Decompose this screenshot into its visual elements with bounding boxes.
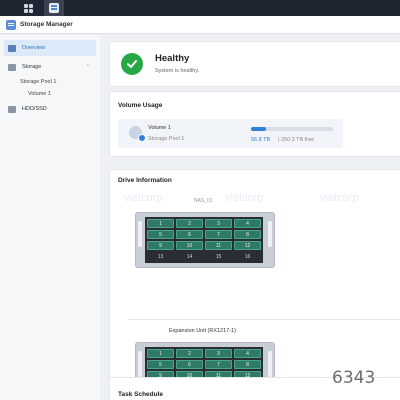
sidebar-item-overview[interactable]: Overview [4, 40, 96, 56]
main-drive-bay-12[interactable]: 12 [234, 241, 261, 250]
task-schedule-heading: Task Schedule [118, 391, 164, 398]
main-drive-bay-13[interactable]: 13 [147, 252, 174, 261]
main-drive-bay-5[interactable]: 5 [147, 230, 174, 239]
volume-name: Volume 1 [148, 125, 171, 131]
main-drive-bay-15[interactable]: 15 [205, 252, 232, 261]
expansion-drive-bay-2[interactable]: 2 [176, 349, 203, 358]
sidebar-item-storage[interactable]: Storage ⌃ [4, 59, 96, 75]
expansion-drive-bay-8[interactable]: 8 [234, 360, 261, 369]
storage-manager-icon [6, 19, 16, 30]
main-drive-bay-10[interactable]: 10 [176, 241, 203, 250]
sidebar-item-storage-pool-1[interactable]: Storage Pool 1 [20, 79, 56, 85]
health-card: Healthy System is healthy. [109, 41, 400, 87]
main-drive-bay-3[interactable]: 3 [205, 219, 232, 228]
hdd-icon [8, 105, 16, 113]
taskbar [0, 0, 400, 16]
volume-icon [129, 126, 146, 142]
expansion-drive-bay-5[interactable]: 5 [147, 360, 174, 369]
watermark: vietcorp [124, 192, 163, 204]
main-drive-bay-6[interactable]: 6 [176, 230, 203, 239]
rack-handle [138, 221, 142, 247]
window-title-bar: Storage Manager [0, 16, 400, 34]
main-menu-grid-icon[interactable] [18, 0, 38, 16]
main-unit-chassis[interactable]: 1 2 3 4 5 6 7 8 9 10 11 12 13 14 15 16 [135, 212, 275, 268]
watermark: vietcorp [225, 192, 264, 204]
corner-number: 6343 [332, 368, 376, 388]
sidebar-item-hdd-ssd[interactable]: HDD/SSD [4, 101, 96, 117]
sidebar-item-label: Overview [22, 45, 45, 51]
expansion-unit-label: Expansion Unit (RX1217-1) [169, 328, 236, 334]
storage-manager-app-icon [49, 3, 59, 13]
expansion-drive-bay-3[interactable]: 3 [205, 349, 232, 358]
storage-icon [8, 63, 16, 71]
volume-usage-card: Volume Usage Volume 1 Storage Pool 1 56.… [109, 91, 400, 157]
expansion-drive-bay-4[interactable]: 4 [234, 349, 261, 358]
used-capacity: 56.8 TB [251, 137, 271, 143]
health-message: System is healthy. [155, 68, 200, 74]
expansion-drive-bay-6[interactable]: 6 [176, 360, 203, 369]
window-title: Storage Manager [20, 21, 73, 28]
separator: | [278, 137, 280, 143]
overview-icon [8, 44, 16, 52]
free-capacity: | 250.3 TB free [278, 137, 314, 143]
watermark: vietcorp [320, 192, 359, 204]
main-drive-bay-16[interactable]: 16 [234, 252, 261, 261]
main-drive-bay-14[interactable]: 14 [176, 252, 203, 261]
chevron-up-icon: ⌃ [85, 64, 90, 70]
volume-pool: Storage Pool 1 [148, 136, 185, 142]
main-drive-bay-11[interactable]: 11 [205, 241, 232, 250]
main-drive-bay-1[interactable]: 1 [147, 219, 174, 228]
rack-handle [138, 351, 142, 377]
main-drive-bay-4[interactable]: 4 [234, 219, 261, 228]
main-drive-bay-8[interactable]: 8 [234, 230, 261, 239]
sidebar-item-label: HDD/SSD [22, 106, 47, 112]
main-content: Healthy System is healthy. Volume Usage … [104, 35, 400, 400]
divider [128, 319, 400, 320]
storage-manager-taskbar-button[interactable] [44, 0, 64, 16]
main-drive-bay-7[interactable]: 7 [205, 230, 232, 239]
health-status: Healthy [155, 53, 190, 64]
volume-row[interactable]: Volume 1 Storage Pool 1 56.8 TB | 250.3 … [118, 119, 343, 148]
rack-handle [268, 351, 272, 377]
main-drive-bay-9[interactable]: 9 [147, 241, 174, 250]
free-capacity-text: 250.3 TB free [280, 137, 315, 143]
drive-information-heading: Drive Information [118, 177, 172, 184]
main-drive-bay-2[interactable]: 2 [176, 219, 203, 228]
drive-information-card: Drive Information vietcorp vietcorp viet… [109, 169, 400, 397]
usage-progress-fill [251, 127, 266, 131]
usage-progress-bar [251, 127, 333, 131]
check-circle-icon [121, 53, 143, 75]
main-drive-bays: 1 2 3 4 5 6 7 8 9 10 11 12 13 14 15 16 [145, 217, 263, 263]
expansion-drive-bay-7[interactable]: 7 [205, 360, 232, 369]
main-unit-label: NAS_01 [194, 198, 213, 204]
volume-usage-heading: Volume Usage [118, 102, 163, 109]
rack-handle [268, 221, 272, 247]
expansion-drive-bay-1[interactable]: 1 [147, 349, 174, 358]
sidebar-item-volume-1[interactable]: Volume 1 [28, 91, 51, 97]
sidebar-item-label: Storage [22, 64, 42, 70]
sidebar: Overview Storage ⌃ Storage Pool 1 Volume… [0, 35, 100, 400]
